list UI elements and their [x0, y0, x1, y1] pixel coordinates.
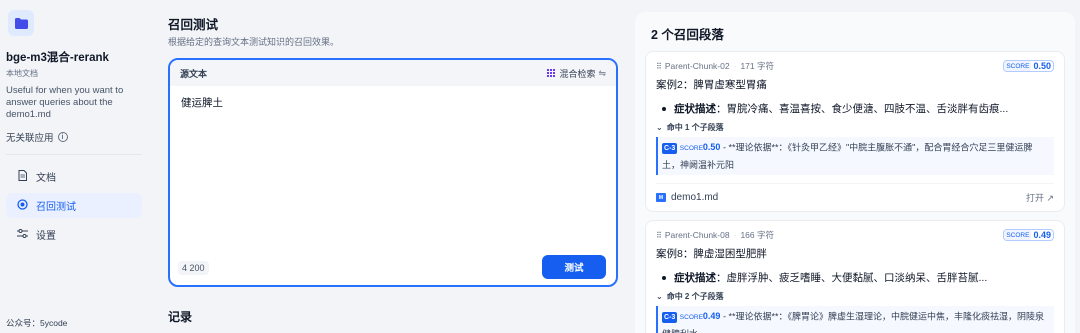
chevron-down-icon: ⌄	[656, 292, 663, 301]
hits-label: 命中 1 个子段落	[666, 123, 724, 132]
footer-note: 公众号：5ycode	[6, 318, 68, 328]
sidebar-item-label: 召回测试	[36, 202, 76, 213]
results-panel: 2 个召回段落 ⠿ Parent-Chunk-02 · 171 字符 SCORE…	[635, 12, 1075, 333]
page-title: 召回测试	[168, 18, 219, 32]
result-card[interactable]: ⠿ Parent-Chunk-02 · 171 字符 SCORE 0.50 案例…	[645, 51, 1065, 212]
card-title: 案例8：脾虚湿困型肥胖	[656, 248, 767, 260]
sidebar-item-settings[interactable]: 设置	[6, 222, 142, 247]
main-panel: 召回测试 根据给定的查询文本测试知识的召回效果。 源文本 混合检索 ⇋ 健运脾土…	[148, 0, 623, 333]
chunk-chars: 171 字符	[740, 61, 774, 71]
score-value: 0.49	[1033, 230, 1051, 240]
card-title: 案例2：脾胃虚寒型胃痛	[656, 79, 767, 91]
child-score: SCORE0.50	[679, 142, 721, 152]
document-icon	[16, 169, 28, 184]
test-button[interactable]: 测试	[542, 255, 606, 279]
dataset-name: bge-m3混合-rerank	[6, 52, 109, 64]
score-badge: SCORE 0.49	[1003, 229, 1054, 241]
page-subtitle: 根据给定的查询文本测试知识的召回效果。	[168, 37, 340, 47]
sidebar-item-label: 文档	[36, 173, 56, 184]
query-box: 源文本 混合检索 ⇋ 健运脾土 4 200 测试	[168, 58, 618, 287]
bullet-text: ：胃脘冷痛、喜温喜按、食少便溏、四肢不温、舌淡胖有齿痕...	[716, 103, 1009, 115]
results-title: 2 个召回段落	[651, 28, 724, 42]
score-badge: SCORE 0.50	[1003, 60, 1054, 72]
hits-label: 命中 2 个子段落	[666, 292, 724, 301]
grid-icon	[547, 68, 556, 78]
sidebar-item-retrieval-test[interactable]: 召回测试	[6, 193, 142, 218]
folder-icon	[8, 10, 34, 36]
sidebar-item-label: 设置	[36, 231, 56, 242]
query-box-header: 源文本 混合检索 ⇋	[170, 60, 616, 86]
bullet-label: 症状描述	[674, 272, 716, 284]
open-button[interactable]: 打开 ↗	[1026, 191, 1054, 204]
markdown-file-icon: M	[656, 193, 666, 202]
card-footer: M demo1.md 打开 ↗	[656, 183, 1054, 211]
hits-toggle[interactable]: ⌄ 命中 1 个子段落	[656, 122, 1054, 133]
sidebar-divider	[6, 154, 142, 155]
sidebar-nav: 文档 召回测试 设置	[6, 164, 142, 247]
bullet-text: ：虚胖浮肿、疲乏嗜睡、大便黏腻、口淡纳呆、舌胖苔腻...	[716, 272, 988, 284]
dataset-description: Useful for when you want to answer queri…	[6, 85, 124, 120]
child-badge: C-3	[662, 142, 678, 154]
chunk-name: Parent-Chunk-08	[664, 230, 730, 240]
sliders-icon: ⇋	[598, 67, 606, 78]
child-score: SCORE0.49	[679, 311, 721, 321]
child-badge: C-3	[662, 311, 678, 323]
char-counter: 4 200	[178, 261, 209, 275]
card-bullet: 症状描述：胃脘冷痛、喜温喜按、食少便溏、四肢不温、舌淡胖有齿痕...	[656, 101, 1054, 116]
result-card[interactable]: ⠿ Parent-Chunk-08 · 166 字符 SCORE 0.49 案例…	[645, 220, 1065, 333]
chunk-name: Parent-Chunk-02	[664, 61, 730, 71]
bullet-label: 症状描述	[674, 103, 716, 115]
query-input[interactable]: 健运脾土	[170, 86, 616, 119]
chevron-down-icon: ⌄	[656, 123, 663, 132]
settings-icon	[16, 228, 28, 241]
card-bullet: 症状描述：虚胖浮肿、疲乏嗜睡、大便黏腻、口淡纳呆、舌胖苔腻...	[656, 270, 1054, 285]
chunk-chars: 166 字符	[740, 230, 774, 240]
score-label: SCORE	[1004, 230, 1032, 240]
linked-apps[interactable]: 无关联应用 i	[6, 130, 142, 144]
chunk-meta: ⠿ Parent-Chunk-08 · 166 字符	[656, 230, 774, 240]
chunk-icon: ⠿	[656, 61, 662, 71]
linked-apps-label: 无关联应用	[6, 133, 54, 144]
file-name: demo1.md	[671, 192, 719, 203]
retrieval-mode-selector[interactable]: 混合检索 ⇋	[547, 67, 606, 80]
child-chunk: C-3 SCORE0.49 - **理论依据**：《脾胃论》脾虚生湿理论，中脘健…	[656, 306, 1054, 333]
hits-toggle[interactable]: ⌄ 命中 2 个子段落	[656, 291, 1054, 302]
dataset-type: 本地文档	[6, 69, 38, 78]
target-icon	[16, 198, 28, 213]
file-link[interactable]: M demo1.md	[656, 192, 718, 203]
chunk-icon: ⠿	[656, 230, 662, 240]
child-chunk: C-3 SCORE0.50 - **理论依据**：《针灸甲乙经》"中脘主腹胀不通…	[656, 137, 1054, 175]
chunk-meta: ⠿ Parent-Chunk-02 · 171 字符	[656, 61, 774, 71]
sidebar: bge-m3混合-rerank 本地文档 Useful for when you…	[0, 0, 148, 333]
info-icon[interactable]: i	[57, 132, 68, 142]
records-title: 记录	[168, 310, 193, 324]
source-text-label: 源文本	[180, 68, 208, 79]
sidebar-item-documents[interactable]: 文档	[6, 164, 142, 189]
score-value: 0.50	[1033, 61, 1051, 71]
score-label: SCORE	[1004, 61, 1032, 71]
retrieval-mode-label: 混合检索	[559, 68, 596, 79]
